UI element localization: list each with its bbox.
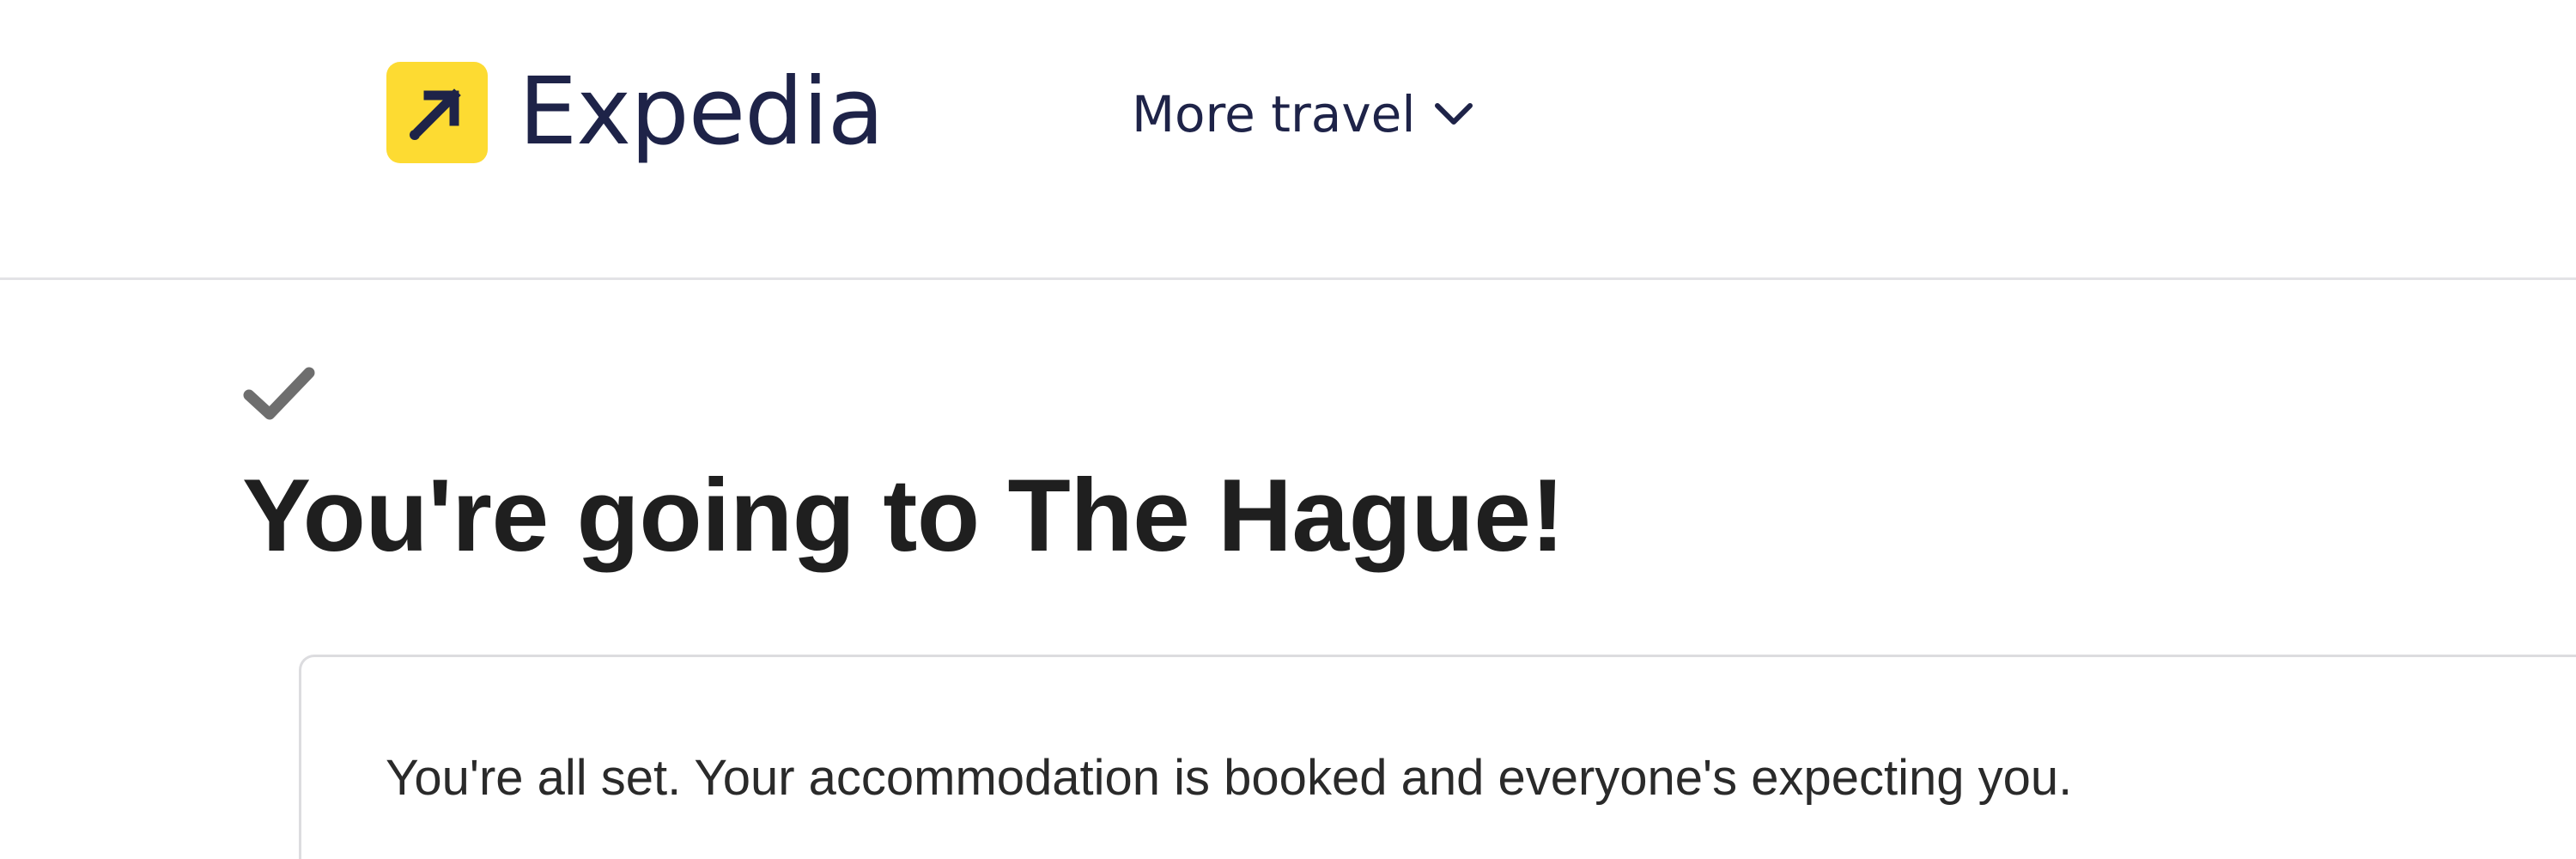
more-travel-menu-button[interactable]: More travel xyxy=(1132,89,1473,139)
arrow-up-right-icon xyxy=(386,62,488,163)
confirmation-message: You're all set. Your accommodation is bo… xyxy=(386,750,2073,806)
site-header: Expedia More travel xyxy=(0,0,2576,280)
confirmation-card: You're all set. Your accommodation is bo… xyxy=(299,655,2576,859)
checkmark-icon xyxy=(243,367,315,420)
logo-wordmark: Expedia xyxy=(519,58,884,166)
logo-arrow-svg xyxy=(410,88,461,140)
booking-confirmation-page: Expedia More travel You're going to The … xyxy=(0,0,2576,859)
expedia-logo-link[interactable]: Expedia xyxy=(386,62,884,163)
more-travel-label: More travel xyxy=(1132,85,1416,143)
page-title: You're going to The Hague! xyxy=(242,458,1564,573)
chevron-down-icon xyxy=(1435,103,1473,125)
